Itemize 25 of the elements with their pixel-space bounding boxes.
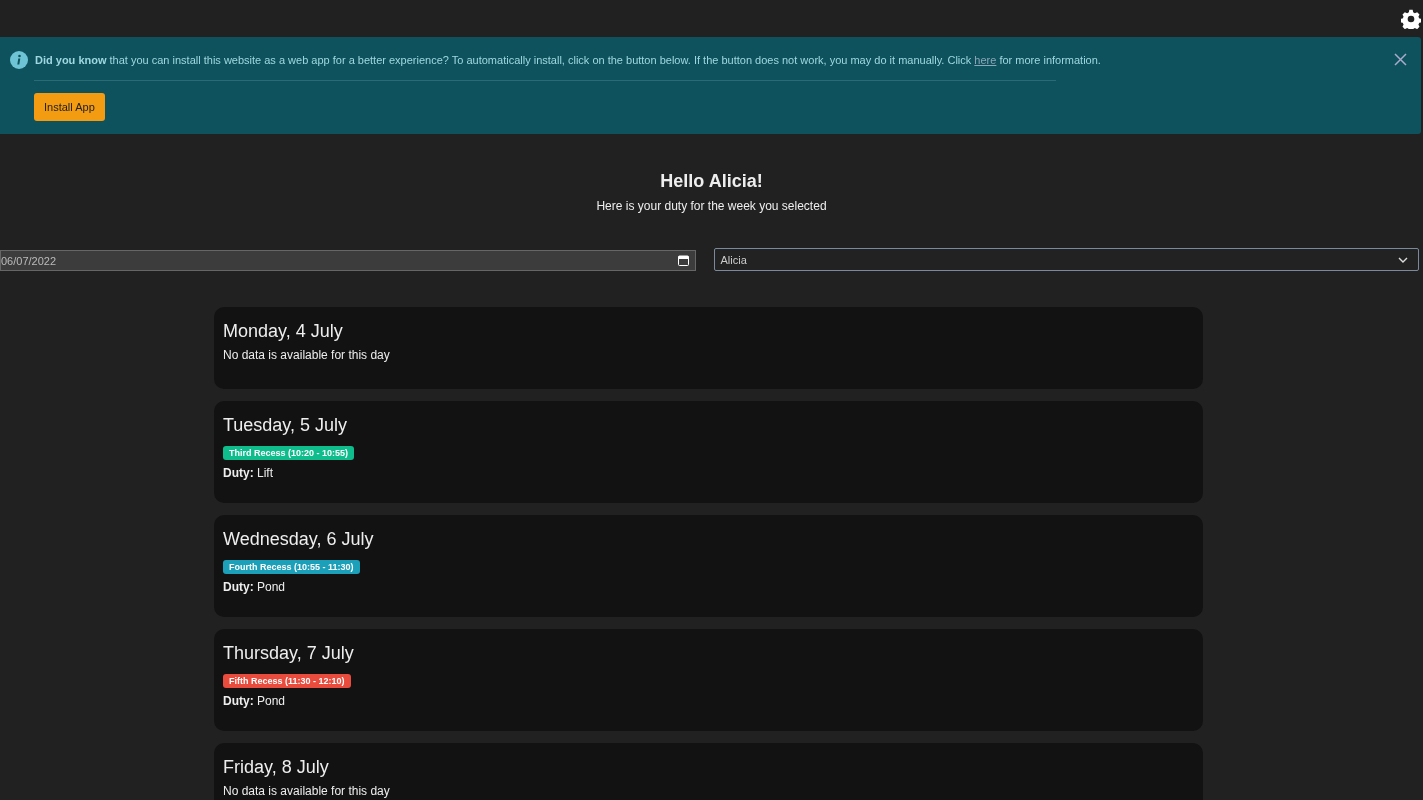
info-message: Did you know that you can install this website as a web app for a better experience? To automatically install, click on the button below. If the button does not work, you may do it manually. Click here for more information. bbox=[35, 54, 1101, 66]
install-app-button[interactable]: Install App bbox=[34, 93, 105, 121]
day-title: Tuesday, 5 July bbox=[223, 415, 349, 436]
chevron-down-icon bbox=[1398, 256, 1408, 263]
info-link[interactable]: here bbox=[974, 54, 997, 66]
recess-tag: Fifth Recess (11:30 - 12:10) bbox=[223, 674, 351, 688]
calendar-icon[interactable] bbox=[677, 255, 689, 266]
no-data-message: No data is available for this day bbox=[223, 784, 391, 798]
recess-tag: Third Recess (10:20 - 10:55) bbox=[223, 446, 355, 460]
day-title: Monday, 4 July bbox=[223, 321, 344, 342]
info-icon bbox=[10, 51, 28, 69]
settings-icon[interactable] bbox=[1401, 8, 1421, 29]
day-title: Thursday, 7 July bbox=[223, 643, 355, 664]
recess-tag: Fourth Recess (10:55 - 11:30) bbox=[223, 560, 360, 574]
duty-text: Duty: Pond bbox=[223, 580, 287, 594]
greeting-subtitle: Here is your duty for the week you selected bbox=[596, 199, 827, 213]
person-select[interactable]: Alicia bbox=[713, 248, 1419, 271]
day-title: Wednesday, 6 July bbox=[223, 529, 375, 550]
duty-text: Duty: Pond bbox=[223, 694, 287, 708]
no-data-message: No data is available for this day bbox=[223, 348, 391, 362]
duty-text: Duty: Lift bbox=[223, 466, 274, 480]
date-field[interactable]: 06/07/2022 bbox=[0, 250, 696, 271]
greeting-title: Hello Alicia! bbox=[660, 171, 763, 192]
close-icon[interactable] bbox=[1394, 53, 1407, 66]
day-title: Friday, 8 July bbox=[223, 757, 330, 778]
